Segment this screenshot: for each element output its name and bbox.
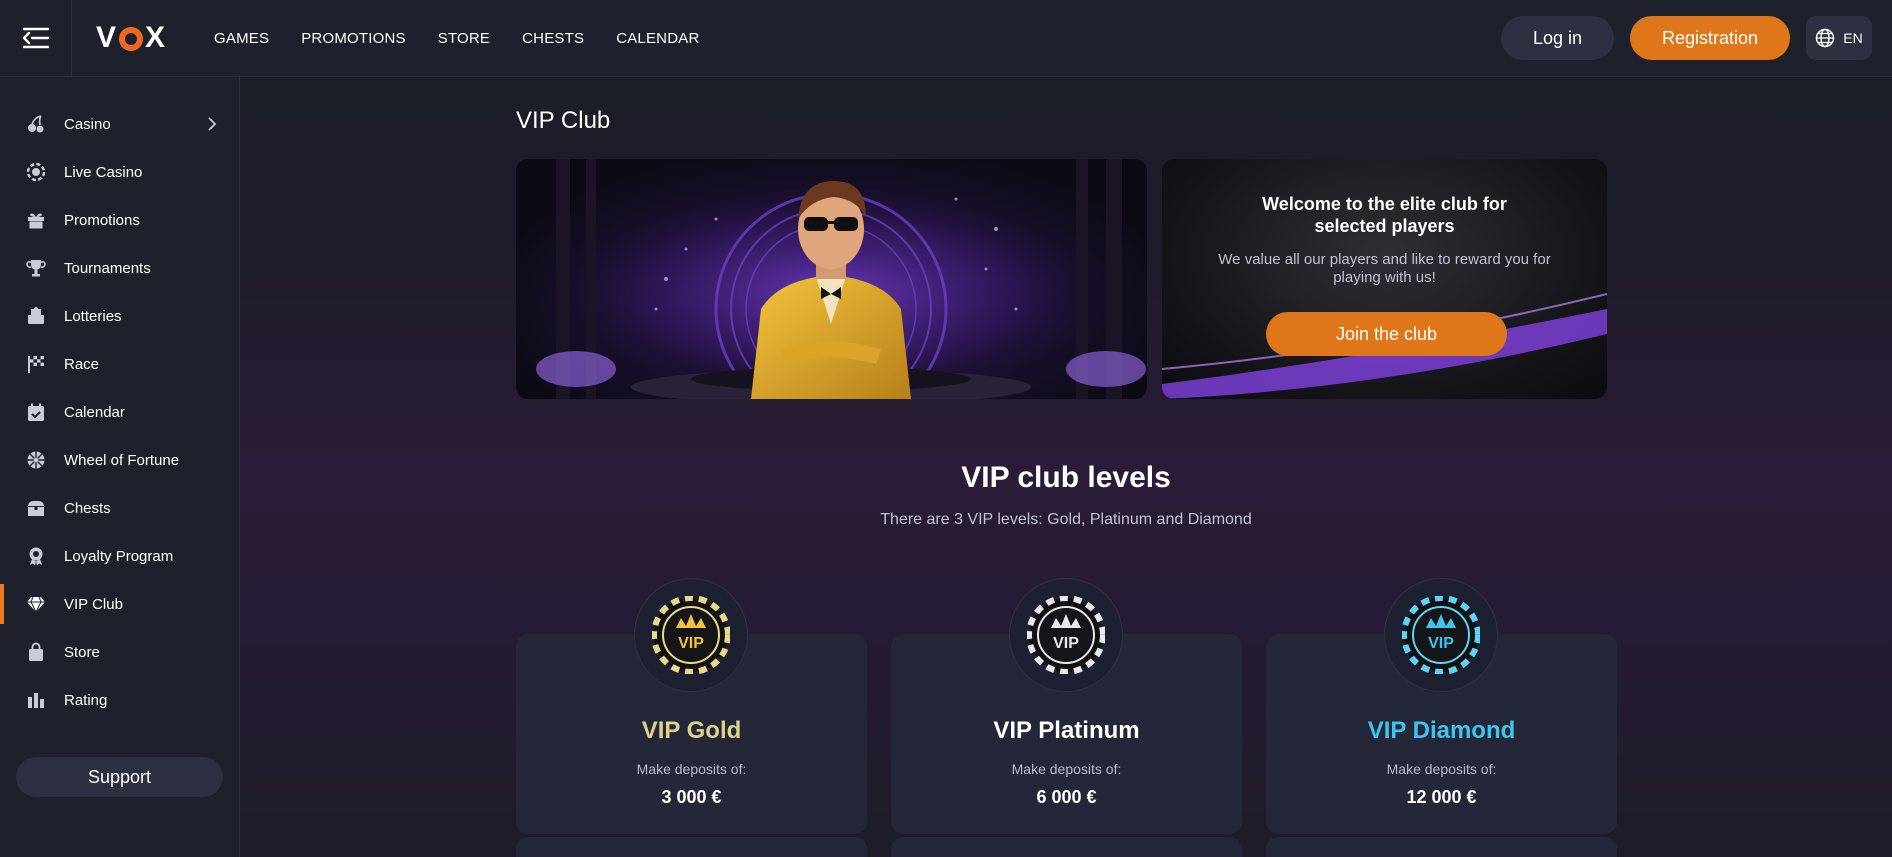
main-content: VIP Club Welcome to the elite club for s…: [240, 77, 1892, 857]
vip-diamond-badge: VIP: [1384, 578, 1498, 692]
sidebar-item-label: Lotteries: [64, 307, 122, 325]
sidebar-item-label: Wheel of Fortune: [64, 451, 180, 469]
chest-icon: [26, 498, 46, 518]
vip-host-illustration: [516, 159, 1147, 399]
sidebar-item-label: Tournaments: [64, 259, 151, 277]
sidebar-item-store[interactable]: Store: [0, 632, 239, 672]
medal-icon: [26, 546, 46, 566]
menu-collapse-icon: [22, 27, 49, 49]
diamond-vip-chip-icon: VIP: [1402, 596, 1480, 674]
calendar-icon: [26, 402, 46, 422]
sidebar-item-label: Rating: [64, 691, 108, 709]
top-header: VX GAMES PROMOTIONS STORE CHESTS CALENDA…: [0, 0, 1892, 77]
sidebar-item-rating[interactable]: Rating: [0, 680, 239, 720]
card-amount: 6 000 €: [1036, 787, 1097, 807]
sidebar-item-calendar[interactable]: Calendar: [0, 392, 239, 432]
card-amount: 12 000 €: [1406, 787, 1477, 807]
sidebar-item-label: Loyalty Program: [64, 547, 174, 565]
trophy-icon: [26, 258, 46, 278]
card-title: VIP Diamond: [1367, 717, 1516, 744]
sidebar-item-label: Store: [64, 643, 100, 661]
sidebar-item-label: Live Casino: [64, 163, 143, 181]
badge-text: VIP: [1053, 635, 1079, 652]
sidebar-item-label: Promotions: [64, 211, 140, 229]
sidebar: Casino Live Casino Promotions Tournament…: [0, 77, 240, 857]
vox-logo[interactable]: VX: [96, 21, 166, 55]
badge-text: VIP: [1428, 635, 1454, 652]
sidebar-item-loyalty-program[interactable]: Loyalty Program: [0, 536, 239, 576]
welcome-text: We value all our players and like to rew…: [1218, 251, 1551, 286]
platinum-vip-chip-icon: VIP: [1027, 596, 1105, 674]
levels-subtitle: There are 3 VIP levels: Gold, Platinum a…: [880, 511, 1252, 528]
ticket-icon: [26, 306, 46, 326]
card-footer: [1266, 837, 1617, 857]
vip-platinum-badge: VIP: [1009, 578, 1123, 692]
language-label: EN: [1843, 30, 1863, 46]
sidebar-item-vip-club[interactable]: VIP Club: [0, 584, 239, 624]
sidebar-item-promotions[interactable]: Promotions: [0, 200, 239, 240]
nav-chests[interactable]: CHESTS: [522, 30, 584, 47]
nav-promotions[interactable]: PROMOTIONS: [301, 30, 406, 47]
bars-icon: [26, 690, 46, 710]
menu-collapse-button[interactable]: [0, 0, 72, 77]
chip-icon: [26, 162, 46, 182]
levels-title: VIP club levels: [961, 461, 1171, 494]
sidebar-item-label: Race: [64, 355, 100, 373]
vip-banner-image: [516, 159, 1147, 399]
sidebar-item-casino[interactable]: Casino: [0, 104, 239, 144]
chevron-right-icon: [208, 117, 217, 131]
gold-vip-chip-icon: VIP: [652, 596, 730, 674]
language-selector[interactable]: EN: [1806, 16, 1872, 60]
sidebar-item-label: Casino: [64, 115, 111, 133]
wheel-icon: [26, 450, 46, 470]
sidebar-item-live-casino[interactable]: Live Casino: [0, 152, 239, 192]
sidebar-item-wheel-of-fortune[interactable]: Wheel of Fortune: [0, 440, 239, 480]
diamond-icon: [26, 594, 46, 614]
top-nav: GAMES PROMOTIONS STORE CHESTS CALENDAR: [214, 30, 699, 47]
card-amount: 3 000 €: [661, 787, 722, 807]
vip-gold-badge: VIP: [634, 578, 748, 692]
bag-icon: [26, 642, 46, 662]
card-label: Make deposits of:: [1011, 761, 1122, 777]
sidebar-item-label: VIP Club: [64, 595, 123, 613]
cherries-icon: [26, 114, 46, 134]
card-label: Make deposits of:: [1386, 761, 1497, 777]
vip-welcome-panel: Welcome to the elite club for selected p…: [1162, 159, 1607, 399]
card-footer: [516, 837, 867, 857]
sidebar-item-label: Chests: [64, 499, 111, 517]
sidebar-item-tournaments[interactable]: Tournaments: [0, 248, 239, 288]
registration-button[interactable]: Registration: [1630, 16, 1790, 60]
login-button[interactable]: Log in: [1501, 16, 1614, 60]
card-label: Make deposits of:: [636, 761, 747, 777]
support-button[interactable]: Support: [16, 757, 223, 797]
flag-icon: [26, 354, 46, 374]
sidebar-item-lotteries[interactable]: Lotteries: [0, 296, 239, 336]
badge-text: VIP: [678, 635, 704, 652]
card-footer: [891, 837, 1242, 857]
sidebar-item-chests[interactable]: Chests: [0, 488, 239, 528]
sidebar-item-label: Calendar: [64, 403, 125, 421]
welcome-heading: Welcome to the elite club for selected p…: [1262, 194, 1507, 236]
page-title: VIP Club: [516, 107, 611, 134]
sidebar-item-race[interactable]: Race: [0, 344, 239, 384]
card-title: VIP Gold: [641, 717, 742, 744]
globe-icon: [1816, 28, 1835, 48]
nav-calendar[interactable]: CALENDAR: [616, 30, 699, 47]
nav-games[interactable]: GAMES: [214, 30, 269, 47]
join-club-button[interactable]: Join the club: [1266, 312, 1507, 356]
nav-store[interactable]: STORE: [438, 30, 490, 47]
gift-icon: [26, 210, 46, 230]
card-title: VIP Platinum: [993, 717, 1140, 744]
